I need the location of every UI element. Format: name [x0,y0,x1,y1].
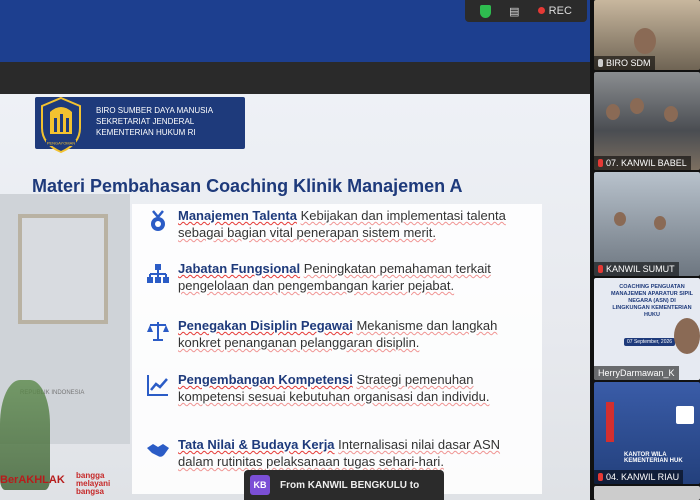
participant-tile[interactable]: KANTOR WILA KEMENTERIAN HUK 04. KANWIL R… [594,382,700,484]
talent-icon [151,210,165,231]
topic-heading: Penegakan Disiplin Pegawai [178,318,353,333]
participant-video [674,318,700,354]
mic-muted-icon [598,159,603,167]
rec-label: REC [548,5,572,17]
topic-text: Jabatan Fungsional Peningkatan pemahaman… [178,260,523,294]
org-name: BIRO SUMBER DAYA MANUSIA SEKRETARIAT JEN… [96,105,213,138]
participant-name-tag: 04. KANWIL RIAU [594,470,684,484]
topic-text: Penegakan Disiplin Pegawai Mekanisme dan… [178,317,523,351]
participant-video [664,106,678,122]
participant-tile[interactable]: COACHING PENGUATAN MANAJEMEN APARATUR SI… [594,278,700,380]
topic-text: Tata Nilai & Budaya Kerja Internalisasi … [178,436,523,470]
participant-tile[interactable]: 07. KANWIL BABEL [594,72,700,170]
pengayoman-emblem-icon: PENGAYOMAN [41,96,81,154]
notes-icon[interactable]: ▤ [509,5,519,18]
chat-avatar: KB [250,475,270,495]
scale-icon [147,322,169,341]
shared-slide: REPUBLIK INDONESIA PENGAYOMAN BIRO SUMBE… [0,94,590,500]
topic-heading: Manajemen Talenta [178,208,297,223]
growth-chart-icon [147,375,168,396]
emblem-label: PENGAYOMAN [47,141,75,146]
berakhlak-logo: BerAKHLAK [0,474,65,486]
participant-tile[interactable]: BIRO SDM [594,0,700,70]
topic-heading: Tata Nilai & Budaya Kerja [178,437,335,452]
banner-date: 07 September, 2026 [624,338,676,346]
participant-name: KANWIL SUMUT [606,264,675,274]
recording-indicator[interactable]: REC [537,5,572,17]
participant-tile[interactable] [594,486,700,500]
org-line-3: KEMENTERIAN HUKUM RI [96,128,196,137]
topic-text: Pengembangan Kompetensi Strategi pemenuh… [178,371,523,405]
participant-video [634,28,656,54]
chat-message: From KANWIL BENGKULU to [280,479,420,491]
org-chart-icon [147,264,169,283]
mic-muted-icon [598,265,603,273]
meeting-controls: ▤ REC [465,0,587,22]
mic-icon [598,59,603,67]
flag-decoration [606,402,614,442]
participant-video [630,98,644,114]
participant-name: BIRO SDM [606,58,651,68]
emblem-icon [676,406,694,424]
mic-muted-icon [598,473,603,481]
participant-name: HerryDarmawan_K [598,368,675,378]
record-dot-icon [537,7,545,14]
participant-tile[interactable]: KANWIL SUMUT [594,172,700,276]
participant-name: 04. KANWIL RIAU [606,472,680,482]
participant-name-tag: BIRO SDM [594,56,655,70]
topics-card: Manajemen Talenta Kebijakan dan implemen… [132,204,542,494]
share-strip [0,62,590,94]
slide-title: Materi Pembahasan Coaching Klinik Manaje… [32,176,463,196]
chat-notification[interactable]: KB From KANWIL BENGKULU to [244,470,444,500]
topic-heading: Pengembangan Kompetensi [178,372,353,387]
participant-name: 07. KANWIL BABEL [606,158,687,168]
participant-name-tag: 07. KANWIL BABEL [594,156,691,170]
wall-frame [18,214,108,324]
participant-video [606,104,620,120]
bangga-melayani-logo: bangga melayani bangsa [76,472,110,496]
participant-name-tag: KANWIL SUMUT [594,262,679,276]
org-line-1: BIRO SUMBER DAYA MANUSIA [96,106,214,115]
meeting-window: ▤ REC REPUBLIK INDONESIA PENGAYOMAN BIRO… [0,0,700,500]
office-sign: KANTOR WILA KEMENTERIAN HUK [624,452,683,464]
participant-name-tag: HerryDarmawan_K [594,366,679,380]
topic-heading: Jabatan Fungsional [178,261,301,276]
participant-video [654,216,666,230]
topic-text: Manajemen Talenta Kebijakan dan implemen… [178,207,523,241]
participants-panel: BIRO SDM 07. KANWIL BABEL KANWIL SUMUT C… [590,0,700,500]
org-line-2: SEKRETARIAT JENDERAL [96,117,195,126]
bangga-line-3: bangsa [76,487,105,496]
handshake-icon [147,444,169,457]
participant-video [614,212,626,226]
security-shield-icon[interactable] [480,4,492,18]
banner-title: COACHING PENGUATAN MANAJEMEN APARATUR SI… [610,284,694,318]
